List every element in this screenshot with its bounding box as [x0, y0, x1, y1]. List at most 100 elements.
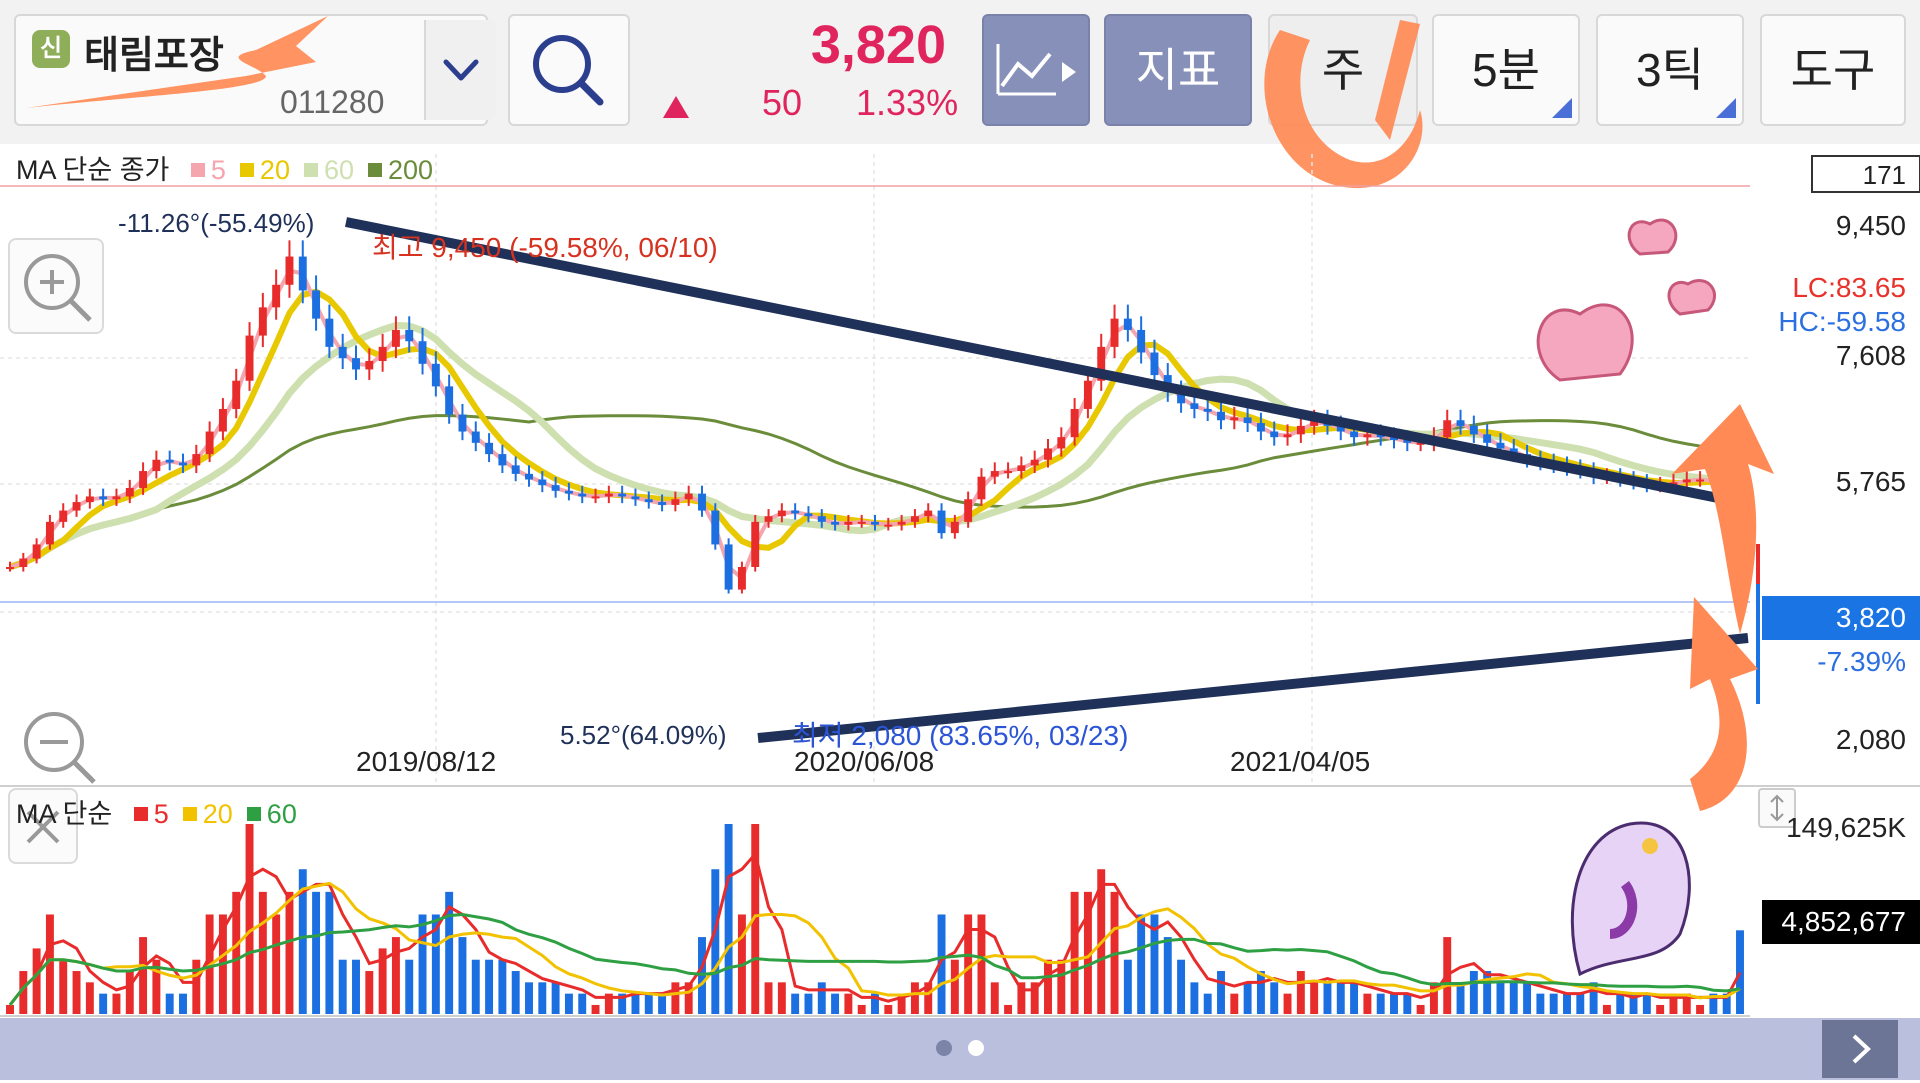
volume-bar: [671, 982, 680, 1014]
candle-body: [285, 256, 294, 285]
volume-bar: [884, 1004, 893, 1014]
chart-type-button[interactable]: [982, 14, 1090, 126]
volume-bar: [1363, 993, 1372, 1014]
page-dot[interactable]: [936, 1040, 952, 1056]
candles-series: [6, 240, 1744, 594]
volume-bar: [950, 959, 959, 1014]
candle-body: [365, 360, 374, 370]
volume-bar: [1350, 982, 1359, 1014]
interval-5min-button[interactable]: 5분: [1432, 14, 1580, 126]
candle-body: [72, 502, 81, 511]
candle-body: [1283, 434, 1292, 438]
candle-body: [897, 521, 906, 525]
volume-ma-lines: [8, 851, 1742, 1006]
candle-body: [1270, 431, 1279, 438]
search-button[interactable]: [508, 14, 630, 126]
volume-bar: [1270, 982, 1279, 1014]
page-dot-active[interactable]: [968, 1040, 984, 1056]
candle-body: [551, 485, 560, 491]
volume-bar: [1536, 993, 1545, 1014]
candle-body: [644, 499, 653, 503]
y-tick-label: 9,450: [1835, 210, 1906, 241]
volume-bar: [578, 993, 587, 1014]
volume-bar: [1376, 993, 1385, 1014]
legend-swatch: [246, 807, 261, 821]
indicator-button[interactable]: 지표: [1104, 14, 1252, 126]
candle-body: [1004, 471, 1013, 474]
candle-body: [1217, 411, 1225, 421]
y-tick-label: 7,608: [1835, 340, 1906, 371]
lc-label: LC:83.65: [1792, 272, 1906, 303]
volume-bar: [139, 937, 148, 1014]
candle-body: [1230, 417, 1239, 421]
candle-body: [352, 358, 360, 370]
candle-body: [1190, 403, 1199, 409]
volume-bar: [99, 993, 108, 1014]
zoom-in-button[interactable]: [8, 238, 104, 334]
volume-bar: [32, 948, 41, 1014]
volume-bar: [1310, 982, 1319, 1014]
volume-bar: [551, 982, 560, 1014]
volume-bar: [777, 982, 786, 1014]
candle-body: [698, 493, 706, 511]
candle-body: [711, 510, 720, 545]
volume-bar: [272, 914, 281, 1014]
candle-body: [1083, 380, 1092, 409]
volume-bar: [511, 971, 520, 1014]
candle-body: [1057, 437, 1066, 449]
stock-dropdown-button[interactable]: [424, 20, 496, 120]
stock-selector[interactable]: 신 태림포장 011280: [14, 14, 496, 126]
next-page-button[interactable]: [1822, 1020, 1898, 1078]
candle-body: [59, 510, 68, 522]
candle-body: [791, 510, 800, 514]
candle-body: [1296, 425, 1305, 435]
stock-name: 태림포장: [84, 35, 224, 77]
chart-canvas[interactable]: [0, 144, 1920, 1018]
candle-body: [804, 513, 813, 517]
volume-bar: [658, 993, 667, 1014]
legend-swatch: [239, 163, 254, 177]
candle-body: [817, 516, 826, 522]
candle-body: [1363, 434, 1372, 438]
page-indicator-bar: [0, 1018, 1920, 1080]
volume-bar: [1283, 993, 1292, 1014]
tick-3-button[interactable]: 3틱: [1596, 14, 1744, 126]
candle-body: [1070, 408, 1079, 438]
volume-ma-legend: MA 단순 5 20 60: [16, 792, 297, 831]
volume-bar: [498, 959, 507, 1014]
zoom-out-button[interactable]: [8, 700, 104, 796]
ghost-sticker-icon: [1570, 821, 1691, 977]
volume-bar: [112, 993, 121, 1014]
search-icon: [533, 35, 604, 106]
period-week-button[interactable]: 주: [1268, 14, 1418, 126]
candle-body: [538, 479, 547, 486]
volume-bar: [1642, 993, 1651, 1014]
candle-body: [871, 521, 879, 525]
volume-bar: [85, 982, 94, 1014]
candle-body: [431, 363, 440, 387]
tools-button[interactable]: 도구: [1760, 14, 1906, 126]
candle-body: [1123, 318, 1132, 330]
heart-sticker-icon: [1536, 218, 1716, 382]
volume-bar: [1576, 993, 1585, 1014]
candle-body: [1110, 318, 1119, 347]
volume-bar: [258, 891, 267, 1014]
candle-body: [139, 471, 148, 488]
candle-body: [312, 290, 321, 319]
candle-body: [737, 567, 746, 590]
legend-text: 5: [153, 799, 169, 829]
volume-bar: [6, 1004, 14, 1014]
x-tick-label: 2021/04/05: [1230, 746, 1371, 777]
candle-body: [764, 516, 773, 522]
candle-body: [1469, 425, 1478, 435]
candle-body: [458, 414, 467, 432]
legend-swatch: [133, 807, 148, 821]
volume-bar: [1070, 891, 1079, 1014]
volume-bar: [1323, 982, 1332, 1014]
volume-bar: [59, 959, 68, 1014]
candle-body: [6, 567, 14, 570]
candle-body: [684, 493, 693, 500]
volume-bar: [1696, 1004, 1705, 1014]
candle-body: [1243, 417, 1252, 424]
legend-text: 60: [323, 155, 355, 185]
